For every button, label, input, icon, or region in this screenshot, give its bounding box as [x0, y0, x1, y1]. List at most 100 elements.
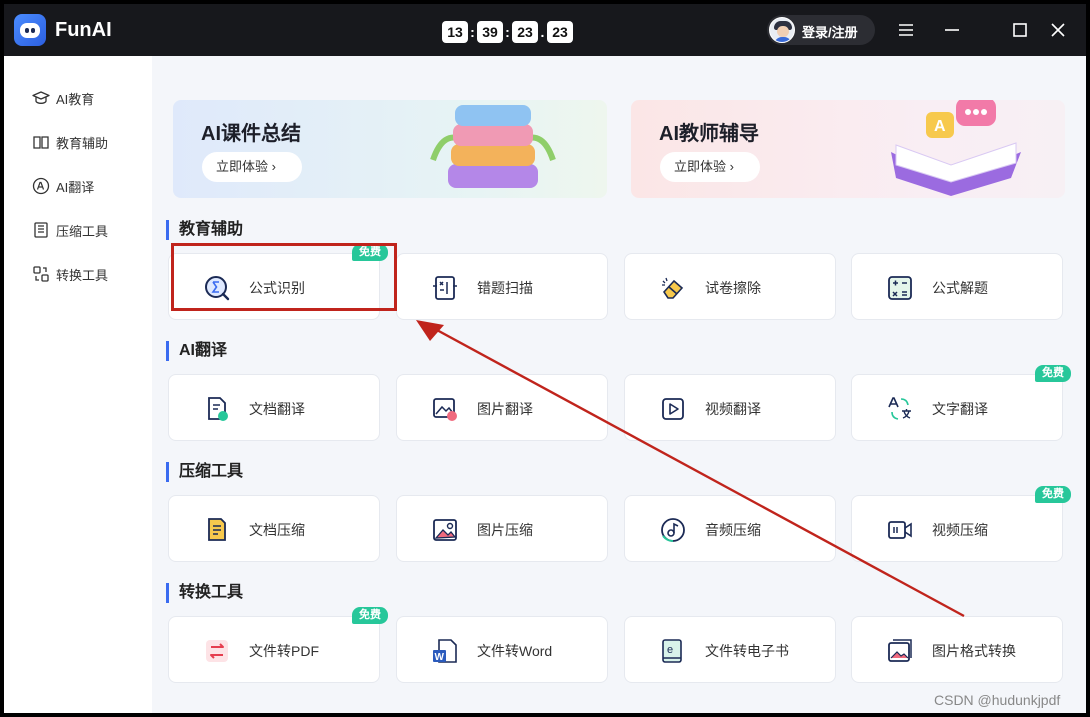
calculator-icon [888, 276, 912, 300]
word-convert-icon: W [433, 639, 457, 663]
video-translate-icon [662, 398, 684, 420]
card-label: 文档翻译 [249, 401, 305, 417]
app-logo-icon [14, 14, 46, 46]
try-now-button[interactable]: 立即体验 › [202, 152, 302, 182]
card-label: 音频压缩 [705, 522, 761, 538]
sidebar: AI教育 教育辅助 AI翻译 压缩工具 转换工具 [4, 56, 152, 713]
clock-hours: 13 [442, 21, 468, 43]
maximize-icon[interactable] [1010, 20, 1030, 40]
books-illustration-icon [430, 105, 556, 188]
clock-minutes: 39 [477, 21, 503, 43]
close-icon[interactable] [1048, 20, 1068, 40]
sidebar-item-label: AI教育 [56, 91, 95, 107]
card-label: 文件转PDF [249, 643, 319, 659]
watermark: CSDN @hudunkjpdf [934, 692, 1061, 708]
free-badge: 免费 [352, 244, 388, 261]
card-label: 公式解题 [932, 280, 988, 296]
card-label: 试卷擦除 [705, 280, 761, 296]
clock-seconds: 23 [512, 21, 538, 43]
text-translate-icon [888, 397, 911, 420]
clock-milliseconds: 23 [547, 21, 573, 43]
sidebar-item-edu-assist[interactable]: 教育辅助 [32, 130, 108, 154]
login-label: 登录/注册 [802, 25, 858, 40]
book-icon [33, 136, 49, 149]
title-bar: FunAI 13 : 39 : 23 . 23 登录/注册 [4, 4, 1086, 56]
svg-text:W: W [435, 652, 445, 663]
sidebar-item-label: AI翻译 [56, 179, 95, 195]
card-formula-solve[interactable]: 公式解题 [851, 253, 1063, 320]
card-image-compress[interactable]: 图片压缩 [396, 495, 608, 562]
sidebar-item-label: 教育辅助 [56, 135, 109, 151]
card-label: 错题扫描 [477, 280, 533, 296]
card-label: 文件转电子书 [705, 643, 789, 659]
card-video-translate[interactable]: 视频翻译 [624, 374, 836, 441]
video-compress-icon [888, 521, 912, 539]
countdown-clock: 13 : 39 : 23 . 23 [442, 21, 573, 43]
ebook-convert-icon: e [662, 639, 682, 663]
card-label: 文字翻译 [932, 401, 988, 417]
card-label: 图片格式转换 [932, 643, 1016, 659]
card-text-translate[interactable]: 文字翻译 免费 [851, 365, 1071, 441]
card-doc-compress[interactable]: 文档压缩 [168, 495, 380, 562]
minimize-icon[interactable] [942, 20, 962, 40]
sidebar-item-label: 压缩工具 [56, 223, 109, 239]
card-image-format-convert[interactable]: 图片格式转换 [851, 616, 1063, 683]
banner-ai-courseware[interactable]: AI课件总结 立即体验 › [173, 100, 607, 198]
eraser-icon [662, 277, 684, 299]
convert-icon [33, 266, 49, 282]
compress-icon [34, 222, 48, 238]
try-now-button[interactable]: 立即体验 › [660, 152, 760, 182]
sidebar-item-ai-education[interactable]: AI教育 [32, 86, 94, 110]
card-paper-erase[interactable]: 试卷擦除 [624, 253, 836, 320]
card-label: 文件转Word [477, 643, 553, 659]
audio-compress-icon [661, 518, 685, 542]
free-badge: 免费 [352, 607, 388, 624]
card-doc-translate[interactable]: 文档翻译 [168, 374, 380, 441]
sidebar-item-compress[interactable]: 压缩工具 [32, 218, 108, 242]
card-video-compress[interactable]: 视频压缩 免费 [851, 486, 1071, 562]
image-compress-icon [433, 519, 457, 541]
svg-text:A: A [934, 118, 946, 135]
svg-text:e: e [667, 644, 673, 656]
menu-icon[interactable] [896, 20, 916, 40]
card-mistake-scan[interactable]: 错题扫描 [396, 253, 608, 320]
image-translate-icon [433, 398, 457, 421]
card-file-to-ebook[interactable]: e 文件转电子书 [624, 616, 836, 683]
card-label: 文档压缩 [249, 522, 305, 538]
doc-compress-icon [208, 518, 226, 541]
app-window: FunAI 13 : 39 : 23 . 23 登录/注册 AI教育 教育辅助 … [4, 4, 1086, 713]
card-audio-compress[interactable]: 音频压缩 [624, 495, 836, 562]
doc-translate-icon [208, 397, 228, 421]
formula-icon [205, 276, 230, 301]
card-label: 图片翻译 [477, 401, 533, 417]
image-format-icon [888, 639, 912, 662]
card-file-to-pdf[interactable]: 文件转PDF 免费 [168, 607, 388, 683]
banner-title: AI课件总结 [201, 123, 301, 145]
open-book-illustration-icon: A [891, 100, 1021, 196]
free-badge: 免费 [1035, 365, 1071, 382]
banner-title: AI教师辅导 [659, 123, 759, 145]
sidebar-item-ai-translate[interactable]: AI翻译 [32, 174, 94, 198]
card-formula-recognition[interactable]: 公式识别 免费 [168, 244, 388, 320]
banner-ai-teacher[interactable]: AI教师辅导 立即体验 › A [631, 100, 1065, 198]
section-title-edu-assist: 教育辅助 [166, 220, 243, 240]
scan-icon [433, 276, 457, 300]
section-title-compress: 压缩工具 [166, 462, 243, 482]
section-title-ai-translate: AI翻译 [166, 341, 227, 361]
sidebar-item-label: 转换工具 [56, 267, 109, 283]
avatar [769, 17, 795, 43]
graduation-cap-icon [32, 91, 50, 104]
section-title-convert: 转换工具 [166, 583, 243, 603]
app-name: FunAI [55, 19, 112, 41]
free-badge: 免费 [1035, 486, 1071, 503]
pdf-convert-icon [206, 640, 228, 662]
sidebar-item-convert[interactable]: 转换工具 [32, 262, 108, 286]
card-label: 视频压缩 [932, 522, 988, 538]
card-file-to-word[interactable]: W 文件转Word [396, 616, 608, 683]
card-image-translate[interactable]: 图片翻译 [396, 374, 608, 441]
card-label: 图片压缩 [477, 522, 533, 538]
translate-icon [32, 177, 50, 195]
login-button[interactable]: 登录/注册 [767, 15, 875, 45]
card-label: 视频翻译 [705, 401, 761, 417]
card-label: 公式识别 [249, 280, 305, 296]
